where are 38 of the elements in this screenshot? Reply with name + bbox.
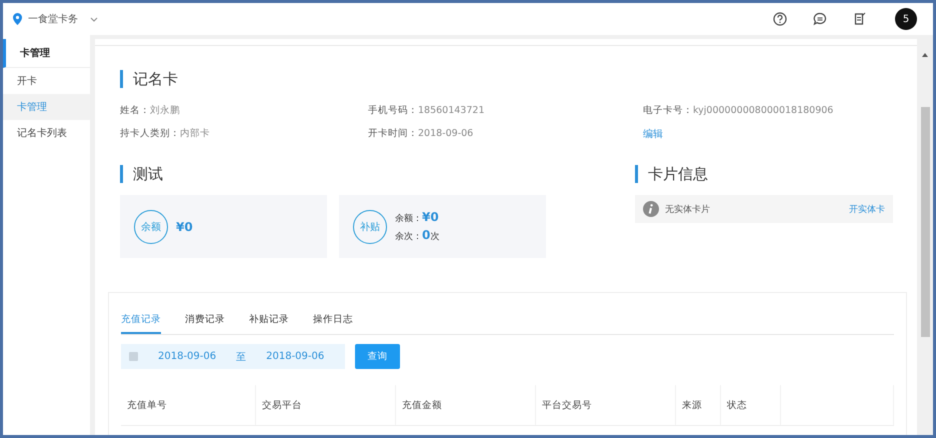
scroll-up-icon[interactable] (922, 53, 928, 57)
subsidy-row: 余次：0次 (395, 228, 440, 243)
subsidy-row: 余额：¥0 (395, 210, 440, 225)
section-title: 测试 (120, 165, 635, 183)
tab[interactable]: 操作日志 (313, 313, 353, 334)
balance-badge: 余额 (134, 210, 168, 244)
info-field: 姓名：刘永鹏 (120, 104, 368, 117)
tab[interactable]: 消费记录 (185, 313, 225, 334)
info-field: 持卡人类别：内部卡 (120, 127, 368, 141)
help-icon[interactable] (773, 12, 787, 26)
column-header: 交易平台 (256, 385, 396, 425)
location-pin-icon (13, 13, 22, 25)
column-header: 来源 (676, 385, 721, 425)
section-title: 卡片信息 (635, 165, 893, 183)
balance-amount: ¥0 (176, 220, 193, 234)
sidebar-item[interactable]: 记名卡列表 (3, 120, 90, 146)
sidebar-item[interactable]: 开卡 (3, 68, 90, 94)
sidebar-title: 卡管理 (3, 39, 90, 68)
calendar-icon (129, 352, 138, 361)
chevron-down-icon[interactable] (90, 16, 98, 22)
column-header: 平台交易号 (536, 385, 676, 425)
edit-link[interactable]: 编辑 (643, 129, 663, 140)
info-field: 开卡时间：2018-09-06 (368, 127, 643, 141)
store-name[interactable]: 一食堂卡务 (28, 12, 78, 26)
chat-icon[interactable] (813, 12, 827, 26)
info-field: 电子卡号：kyj000000008000018180906 (643, 104, 893, 117)
notepad-icon[interactable] (853, 12, 867, 26)
tab[interactable]: 充值记录 (121, 313, 161, 334)
info-field: 手机号码：18560143721 (368, 104, 643, 117)
tab[interactable]: 补贴记录 (249, 313, 289, 334)
subsidy-badge: 补贴 (353, 210, 387, 244)
column-header: 状态 (721, 385, 781, 425)
user-avatar[interactable]: 5 (895, 8, 917, 30)
section-title: 记名卡 (120, 70, 893, 88)
column-header: 充值金额 (396, 385, 536, 425)
info-icon (643, 201, 659, 217)
card-info-message: 无实体卡片 (665, 204, 710, 216)
column-header: 充值单号 (121, 385, 256, 425)
